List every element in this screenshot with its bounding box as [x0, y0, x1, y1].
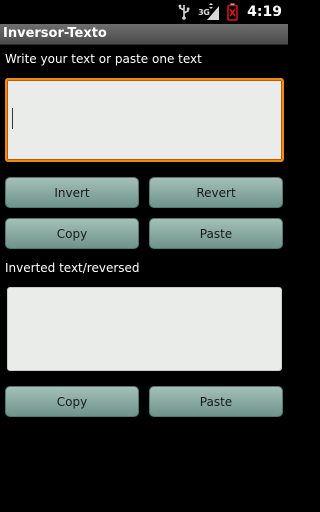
invert-button[interactable]: Invert	[5, 177, 139, 208]
status-icons: 3G 4:19	[177, 0, 282, 24]
copy-output-button[interactable]: Copy	[5, 386, 139, 417]
paste-output-button[interactable]: Paste	[149, 386, 283, 417]
input-text-field[interactable]	[5, 78, 284, 162]
status-bar: 3G 4:19	[0, 0, 288, 24]
output-text-field[interactable]	[7, 287, 282, 371]
app-title: Inversor-Texto	[3, 26, 107, 41]
paste-input-button[interactable]: Paste	[149, 218, 283, 249]
app-screen: 3G 4:19 Inversor-Texto Write your text o…	[0, 0, 288, 512]
copy-input-button[interactable]: Copy	[5, 218, 139, 249]
signal-icon	[207, 3, 220, 20]
app-title-bar: Inversor-Texto	[0, 24, 288, 45]
revert-button[interactable]: Revert	[149, 177, 283, 208]
input-label: Write your text or paste one text	[5, 52, 202, 66]
battery-alert-icon	[227, 3, 238, 21]
usb-debug-icon	[178, 4, 190, 20]
status-clock: 4:19	[247, 4, 282, 20]
output-label: Inverted text/reversed	[5, 261, 140, 275]
signal-3g-indicator: 3G	[198, 3, 220, 21]
text-cursor	[12, 108, 13, 129]
